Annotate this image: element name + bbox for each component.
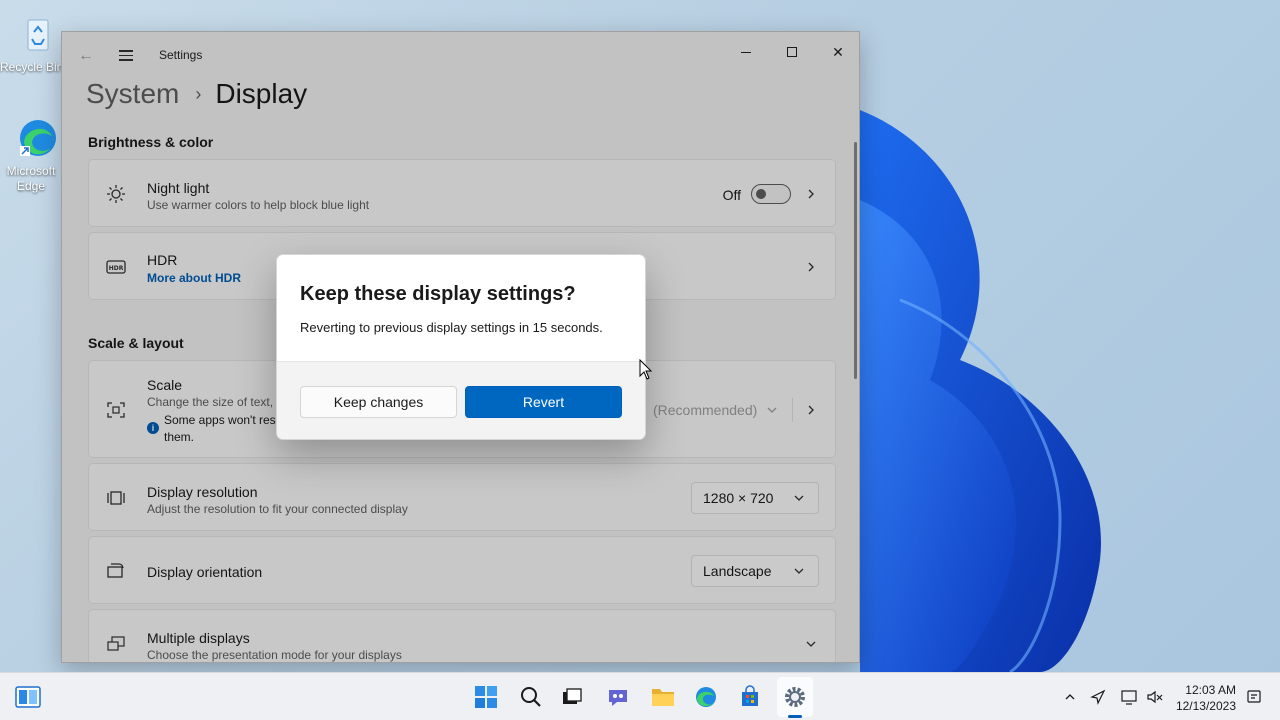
dialog-message: Reverting to previous display settings i…: [300, 320, 603, 335]
chevron-up-icon[interactable]: [1058, 685, 1082, 709]
keep-settings-dialog: Keep these display settings? Reverting t…: [276, 254, 646, 440]
desktop-icon-label: Microsoft Edge: [6, 164, 56, 193]
edge-icon: [16, 116, 60, 160]
location-icon[interactable]: [1086, 685, 1110, 709]
desktop-icon-label: Recycle Bin: [0, 60, 62, 74]
edge-taskbar-icon[interactable]: [690, 681, 722, 713]
search-icon[interactable]: [515, 681, 547, 713]
keep-changes-button[interactable]: Keep changes: [300, 386, 457, 418]
dialog-footer: Keep changes Revert: [277, 361, 645, 439]
widgets-icon[interactable]: [12, 681, 44, 713]
chat-icon[interactable]: [602, 681, 634, 713]
system-clock[interactable]: 12:03 AM 12/13/2023: [1176, 682, 1236, 714]
recycle-bin-icon: [16, 12, 60, 56]
dialog-title: Keep these display settings?: [300, 283, 576, 305]
store-icon[interactable]: [734, 681, 766, 713]
start-icon[interactable]: [470, 681, 502, 713]
notification-icon[interactable]: [1242, 685, 1266, 709]
mouse-cursor-icon: [639, 359, 653, 380]
running-indicator: [788, 715, 802, 718]
clock-time: 12:03 AM: [1185, 683, 1236, 697]
settings-gear-icon[interactable]: [779, 681, 811, 713]
clock-date: 12/13/2023: [1175, 699, 1236, 713]
network-icon[interactable]: [1118, 685, 1142, 709]
task-view-icon[interactable]: [556, 681, 588, 713]
file-explorer-icon[interactable]: [647, 681, 679, 713]
volume-muted-icon[interactable]: [1143, 685, 1167, 709]
revert-button[interactable]: Revert: [465, 386, 622, 418]
taskbar: 12:03 AM 12/13/2023: [0, 672, 1280, 720]
